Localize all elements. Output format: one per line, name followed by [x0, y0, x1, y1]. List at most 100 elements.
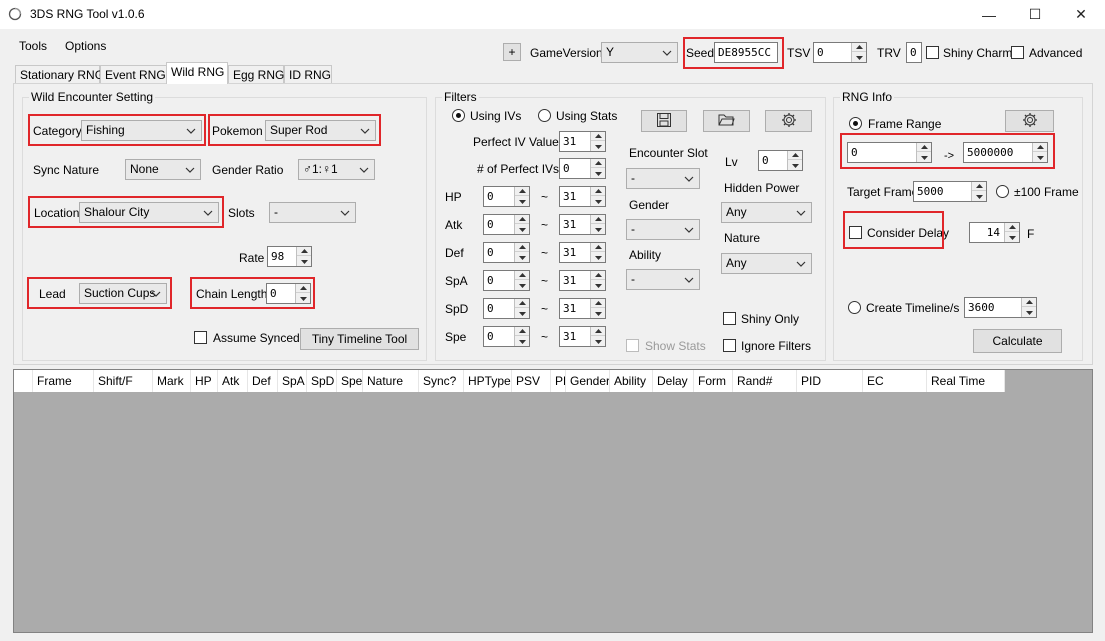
iv-min-spinner[interactable]: [514, 327, 529, 346]
menu-options[interactable]: Options: [65, 39, 106, 53]
location-select[interactable]: Shalour City: [79, 202, 219, 223]
maximize-button[interactable]: ☐: [1012, 0, 1058, 29]
gender-select[interactable]: -: [626, 219, 700, 240]
col-gender[interactable]: Gender: [566, 370, 610, 392]
spin-down-icon[interactable]: [515, 197, 529, 206]
save-button[interactable]: [641, 110, 687, 132]
col-nature[interactable]: Nature: [363, 370, 419, 392]
timeline-input[interactable]: 3600: [964, 297, 1037, 318]
spin-down-icon[interactable]: [515, 281, 529, 290]
iv-min-input[interactable]: 0: [483, 186, 530, 207]
spin-down-icon[interactable]: [852, 53, 866, 62]
spin-down-icon[interactable]: [515, 337, 529, 346]
show-stats-checkbox[interactable]: [626, 339, 639, 352]
target-frame-spinner[interactable]: [971, 182, 986, 201]
spin-down-icon[interactable]: [591, 337, 605, 346]
spin-up-icon[interactable]: [1005, 223, 1019, 232]
delay-spinner[interactable]: [1004, 223, 1019, 242]
iv-max-input[interactable]: 31: [559, 214, 606, 235]
col-hptype[interactable]: HPType: [464, 370, 512, 392]
spin-up-icon[interactable]: [1033, 143, 1047, 152]
spin-up-icon[interactable]: [515, 215, 529, 224]
spin-up-icon[interactable]: [515, 299, 529, 308]
spin-down-icon[interactable]: [917, 153, 931, 162]
open-folder-button[interactable]: [703, 110, 750, 132]
iv-max-input[interactable]: 31: [559, 186, 606, 207]
col-shift[interactable]: Shift/F: [94, 370, 153, 392]
add-button[interactable]: +: [503, 43, 521, 61]
spin-down-icon[interactable]: [591, 281, 605, 290]
perfect-iv-input[interactable]: 31: [559, 131, 606, 152]
spin-down-icon[interactable]: [297, 257, 311, 266]
perfect-iv-spinner[interactable]: [590, 132, 605, 151]
pokemon-select[interactable]: Super Rod: [265, 120, 376, 141]
col-sync[interactable]: Sync?: [419, 370, 464, 392]
iv-min-spinner[interactable]: [514, 187, 529, 206]
col-atk[interactable]: Atk: [218, 370, 248, 392]
spin-up-icon[interactable]: [515, 327, 529, 336]
spin-down-icon[interactable]: [515, 309, 529, 318]
spin-up-icon[interactable]: [591, 132, 605, 141]
spin-down-icon[interactable]: [515, 253, 529, 262]
tab-id-rng[interactable]: ID RNG: [284, 65, 332, 83]
rng-settings-button[interactable]: [1005, 110, 1054, 132]
spin-up-icon[interactable]: [591, 327, 605, 336]
iv-max-spinner[interactable]: [590, 187, 605, 206]
advanced-checkbox[interactable]: [1011, 46, 1024, 59]
spin-down-icon[interactable]: [972, 192, 986, 201]
slots-select[interactable]: -: [269, 202, 356, 223]
trv-input[interactable]: 0: [906, 42, 922, 63]
iv-min-spinner[interactable]: [514, 243, 529, 262]
using-ivs-radio[interactable]: [452, 109, 465, 122]
iv-max-input[interactable]: 31: [559, 298, 606, 319]
col-spe[interactable]: Spe: [337, 370, 363, 392]
frame-range-radio[interactable]: [849, 117, 862, 130]
target-frame-input[interactable]: 5000: [913, 181, 987, 202]
col-mark[interactable]: Mark: [153, 370, 191, 392]
shiny-charm-checkbox[interactable]: [926, 46, 939, 59]
chain-length-spinner[interactable]: [295, 284, 310, 303]
spin-down-icon[interactable]: [296, 294, 310, 303]
gender-ratio-select[interactable]: ♂1:♀1: [298, 159, 375, 180]
rate-input[interactable]: 98: [267, 246, 312, 267]
col-frame[interactable]: Frame: [33, 370, 94, 392]
plus100-frame-radio[interactable]: [996, 185, 1009, 198]
col-spa[interactable]: SpA: [278, 370, 307, 392]
tab-event-rng[interactable]: Event RNG: [100, 65, 167, 83]
col-def[interactable]: Def: [248, 370, 278, 392]
close-button[interactable]: ✕: [1058, 0, 1104, 29]
create-timeline-radio[interactable]: [848, 301, 861, 314]
frame-to-spinner[interactable]: [1032, 143, 1047, 162]
spin-up-icon[interactable]: [515, 271, 529, 280]
iv-max-input[interactable]: 31: [559, 270, 606, 291]
spin-down-icon[interactable]: [591, 253, 605, 262]
iv-max-spinner[interactable]: [590, 271, 605, 290]
col-pid[interactable]: PID: [797, 370, 863, 392]
spin-up-icon[interactable]: [788, 151, 802, 160]
col-form[interactable]: Form: [694, 370, 733, 392]
sync-nature-select[interactable]: None: [125, 159, 201, 180]
game-version-select[interactable]: Y: [601, 42, 678, 63]
spin-down-icon[interactable]: [591, 225, 605, 234]
spin-down-icon[interactable]: [1022, 308, 1036, 317]
ignore-filters-checkbox[interactable]: [723, 339, 736, 352]
spin-up-icon[interactable]: [591, 187, 605, 196]
spin-down-icon[interactable]: [591, 169, 605, 178]
iv-min-spinner[interactable]: [514, 299, 529, 318]
spin-down-icon[interactable]: [788, 161, 802, 170]
iv-max-input[interactable]: 31: [559, 326, 606, 347]
col-psv[interactable]: PSV: [512, 370, 551, 392]
lead-select[interactable]: Suction Cups: [79, 283, 167, 304]
iv-max-input[interactable]: 31: [559, 242, 606, 263]
iv-min-spinner[interactable]: [514, 215, 529, 234]
spin-down-icon[interactable]: [591, 142, 605, 151]
frame-to-input[interactable]: 5000000: [963, 142, 1048, 163]
spin-up-icon[interactable]: [591, 215, 605, 224]
num-perfect-ivs-input[interactable]: 0: [559, 158, 606, 179]
calculate-button[interactable]: Calculate: [973, 329, 1062, 353]
iv-min-input[interactable]: 0: [483, 214, 530, 235]
col-ability[interactable]: Ability: [610, 370, 653, 392]
iv-max-spinner[interactable]: [590, 299, 605, 318]
level-spinner[interactable]: [787, 151, 802, 170]
shiny-only-checkbox[interactable]: [723, 312, 736, 325]
